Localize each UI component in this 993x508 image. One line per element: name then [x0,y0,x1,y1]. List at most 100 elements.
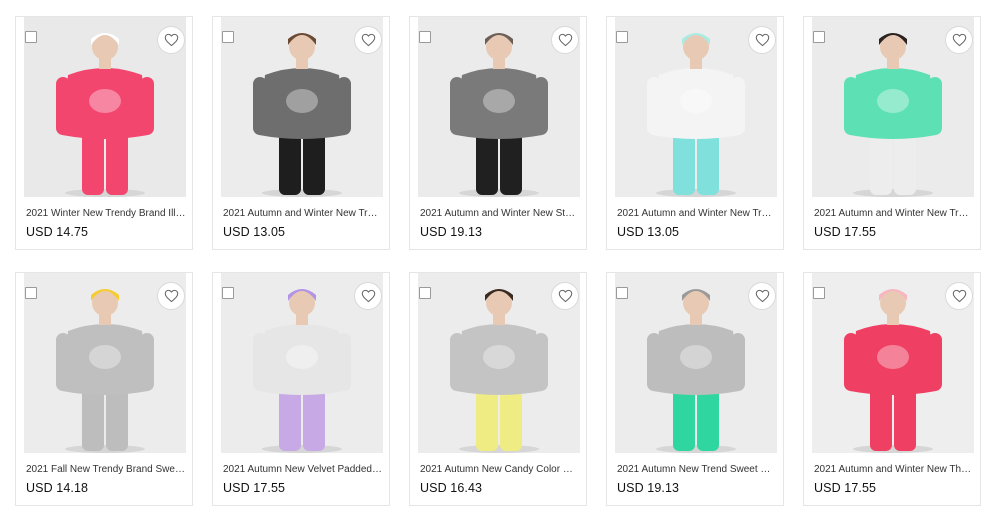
product-price: USD 16.43 [420,481,483,495]
product-price: USD 13.05 [223,225,286,239]
sleeve-right [337,77,351,135]
select-checkbox[interactable] [813,31,825,43]
sleeve-left [56,333,70,391]
product-card[interactable]: 2021 Autumn and Winter New Tren… USD 17.5… [803,16,981,250]
product-title[interactable]: 2021 Winter New Trendy Brand Illu… [26,208,186,219]
product-price: USD 17.55 [814,481,877,495]
favorite-button[interactable] [551,26,579,54]
product-card[interactable]: 2021 Winter New Trendy Brand Illu… USD 14… [15,16,193,250]
product-title[interactable]: 2021 Autumn New Candy Color Gir… [420,464,580,475]
heart-outline-icon [755,33,769,47]
floor-shadow [262,189,342,197]
heart-outline-icon [164,33,178,47]
select-checkbox[interactable] [222,287,234,299]
heart-outline-icon [755,289,769,303]
sleeve-left [647,333,661,391]
sleeve-right [928,333,942,391]
favorite-button[interactable] [157,26,185,54]
floor-shadow [459,189,539,197]
product-card[interactable]: 2021 Autumn and Winter New Thr… USD 17.55 [803,272,981,506]
favorite-button[interactable] [354,26,382,54]
print-graphic [89,89,121,113]
floor-shadow [656,445,736,453]
print-graphic [483,89,515,113]
sleeve-right [140,77,154,135]
print-graphic [89,345,121,369]
sleeve-right [337,333,351,391]
sleeve-left [647,77,661,135]
select-checkbox[interactable] [25,31,37,43]
heart-outline-icon [952,33,966,47]
sleeve-left [450,77,464,135]
heart-outline-icon [164,289,178,303]
product-title[interactable]: 2021 Autumn New Trend Sweet Co… [617,464,777,475]
sleeve-left [56,77,70,135]
floor-shadow [65,445,145,453]
floor-shadow [459,445,539,453]
product-price: USD 19.13 [420,225,483,239]
product-price: USD 17.55 [814,225,877,239]
product-price: USD 14.18 [26,481,89,495]
product-title[interactable]: 2021 Autumn and Winter New Tren… [223,208,383,219]
sleeve-left [450,333,464,391]
print-graphic [483,345,515,369]
floor-shadow [262,445,342,453]
select-checkbox[interactable] [419,287,431,299]
sleeve-right [534,333,548,391]
product-card[interactable]: 2021 Fall New Trendy Brand Sweet … USD 14… [15,272,193,506]
favorite-button[interactable] [551,282,579,310]
product-title[interactable]: 2021 Autumn and Winter New Styl… [420,208,580,219]
product-price: USD 17.55 [223,481,286,495]
heart-outline-icon [361,289,375,303]
heart-outline-icon [952,289,966,303]
product-card[interactable]: 2021 Autumn and Winter New Styl… USD 19.1… [409,16,587,250]
heart-outline-icon [361,33,375,47]
sleeve-left [253,77,267,135]
select-checkbox[interactable] [25,287,37,299]
sleeve-left [844,333,858,391]
favorite-button[interactable] [945,26,973,54]
select-checkbox[interactable] [419,31,431,43]
print-graphic [680,89,712,113]
product-grid: 2021 Winter New Trendy Brand Illu… USD 14… [0,0,993,508]
product-title[interactable]: 2021 Autumn and Winter New Thr… [814,464,974,475]
print-graphic [286,345,318,369]
select-checkbox[interactable] [813,287,825,299]
sleeve-right [534,77,548,135]
product-card[interactable]: 2021 Autumn and Winter New Tren… USD 13.0… [606,16,784,250]
favorite-button[interactable] [945,282,973,310]
floor-shadow [853,189,933,197]
product-title[interactable]: 2021 Fall New Trendy Brand Sweet … [26,464,186,475]
print-graphic [680,345,712,369]
heart-outline-icon [558,33,572,47]
select-checkbox[interactable] [222,31,234,43]
floor-shadow [853,445,933,453]
floor-shadow [65,189,145,197]
select-checkbox[interactable] [616,31,628,43]
select-checkbox[interactable] [616,287,628,299]
sleeve-left [844,77,858,135]
sleeve-right [731,77,745,135]
product-card[interactable]: 2021 Autumn New Candy Color Gir… USD 16.4… [409,272,587,506]
product-price: USD 14.75 [26,225,89,239]
sleeve-right [731,333,745,391]
favorite-button[interactable] [354,282,382,310]
print-graphic [877,89,909,113]
print-graphic [877,345,909,369]
sleeve-right [140,333,154,391]
sleeve-right [928,77,942,135]
product-title[interactable]: 2021 Autumn and Winter New Tren… [617,208,777,219]
favorite-button[interactable] [157,282,185,310]
product-price: USD 19.13 [617,481,680,495]
product-card[interactable]: 2021 Autumn New Trend Sweet Co… USD 19.13 [606,272,784,506]
product-card[interactable]: 2021 Autumn and Winter New Tren… USD 13.0… [212,16,390,250]
heart-outline-icon [558,289,572,303]
print-graphic [286,89,318,113]
product-card[interactable]: 2021 Autumn New Velvet Padded L… USD 17.5… [212,272,390,506]
product-price: USD 13.05 [617,225,680,239]
sleeve-left [253,333,267,391]
favorite-button[interactable] [748,282,776,310]
product-title[interactable]: 2021 Autumn New Velvet Padded L… [223,464,383,475]
product-title[interactable]: 2021 Autumn and Winter New Tren… [814,208,974,219]
favorite-button[interactable] [748,26,776,54]
